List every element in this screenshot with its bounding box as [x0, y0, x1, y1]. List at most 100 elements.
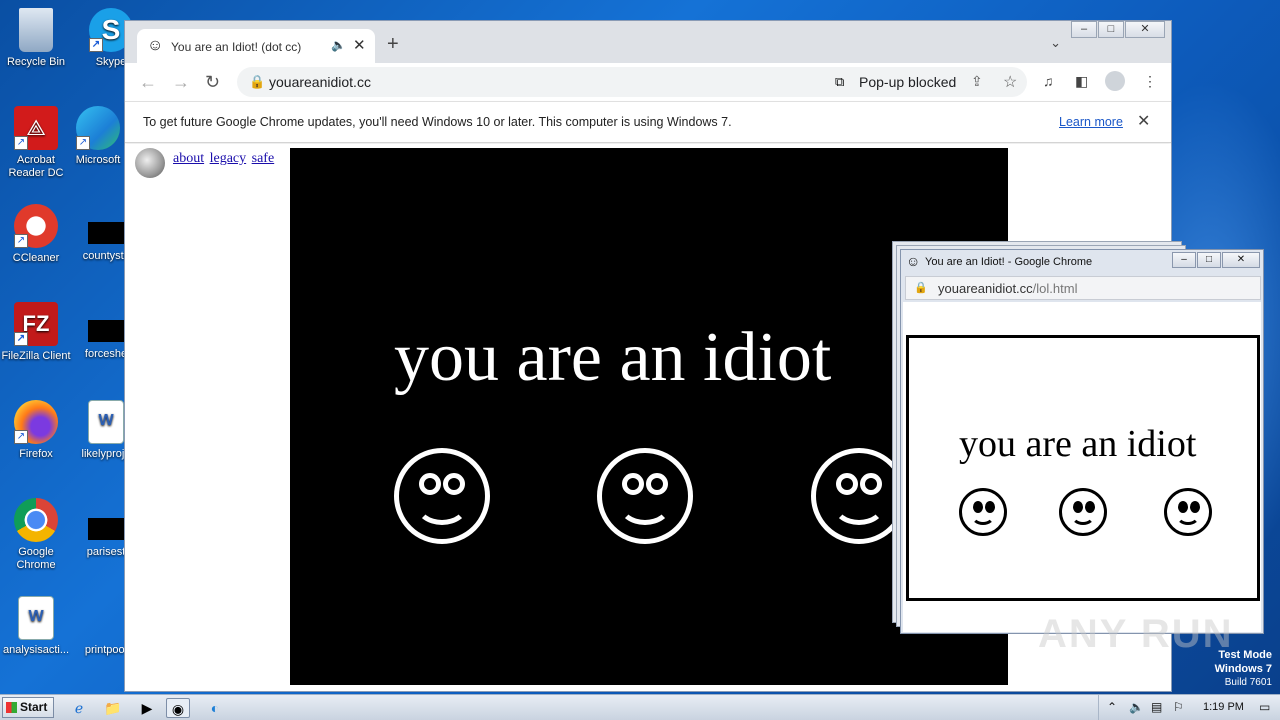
desktop-icon-recycle-bin[interactable]: Recycle Bin — [0, 8, 74, 69]
new-tab-button[interactable]: + — [387, 33, 399, 56]
shortcut-arrow-icon: ↗ — [14, 430, 28, 444]
watermark-line: Windows 7 — [1214, 663, 1272, 675]
browser-toolbar: ← → ↻ 🔒 youareanidiot.cc ⧉ Pop-up blocke… — [125, 63, 1171, 101]
desktop-icon-firefox[interactable]: ↗ Firefox — [0, 400, 74, 461]
tab-close-icon[interactable]: ✕ — [353, 36, 366, 54]
tab-title: You are an Idiot! (dot cc) — [171, 40, 302, 54]
popup-url-host: youareanidiot.cc — [938, 281, 1033, 296]
maximize-button[interactable]: □ — [1098, 21, 1124, 38]
shortcut-arrow-icon: ↗ — [14, 332, 28, 346]
media-control-icon[interactable]: ♫ — [1043, 73, 1054, 89]
media-player-icon[interactable]: ▶ — [136, 698, 158, 718]
smiley-favicon-icon: ☺ — [147, 37, 164, 54]
start-label: Start — [20, 700, 48, 714]
tray-expand-icon[interactable]: ⌃ — [1107, 700, 1117, 714]
word-document-icon: W — [18, 596, 54, 640]
smiley-favicon-icon: ☺ — [906, 253, 921, 269]
desktop-icon-ccleaner[interactable]: ↗ CCleaner — [0, 204, 74, 265]
chrome-taskbar-icon[interactable]: ◉ — [166, 698, 190, 718]
internet-explorer-icon[interactable]: ℯ — [68, 698, 90, 718]
profile-avatar-icon[interactable] — [1105, 71, 1125, 91]
lock-icon: 🔒 — [914, 282, 928, 294]
desktop-icon-label: FileZilla Client — [1, 350, 71, 362]
recycle-bin-icon — [19, 8, 53, 52]
window-controls: ‒ □ ✕ — [1070, 21, 1165, 39]
volume-icon[interactable]: 🔈 — [1129, 700, 1144, 714]
page-links: about legacy safe — [173, 151, 276, 167]
shortcut-arrow-icon: ↗ — [14, 136, 28, 150]
update-infobar: To get future Google Chrome updates, you… — [125, 101, 1171, 143]
desktop-icon-label: Recycle Bin — [6, 56, 66, 68]
windows-flag-icon — [6, 702, 17, 713]
show-desktop-icon[interactable]: ▭ — [1259, 700, 1270, 714]
address-url[interactable]: youareanidiot.cc — [269, 74, 371, 90]
edge-taskbar-icon[interactable]: ◐ — [204, 698, 226, 718]
desktop-icon-analysisacti[interactable]: W analysisacti... — [0, 596, 74, 657]
redacted-icon — [88, 320, 124, 342]
back-icon[interactable]: ← — [139, 72, 157, 93]
legacy-link[interactable]: legacy — [210, 151, 247, 166]
popup-minimize-button[interactable]: ‒ — [1172, 252, 1196, 268]
shortcut-arrow-icon: ↗ — [76, 136, 90, 150]
shortcut-arrow-icon: ↗ — [14, 234, 28, 248]
watermark-line: Build 7601 — [1224, 677, 1272, 688]
speaker-icon[interactable] — [135, 148, 165, 178]
filezilla-icon: FZ ↗ — [14, 302, 58, 346]
network-icon[interactable]: ▤ — [1151, 700, 1162, 714]
about-link[interactable]: about — [173, 151, 204, 166]
redacted-icon — [88, 518, 124, 540]
tab-audio-icon[interactable]: 🔈 — [331, 38, 346, 52]
desktop-icon-label: Google Chrome — [16, 546, 56, 571]
popup-address-bar[interactable]: 🔒 youareanidiot.cc/lol.html — [905, 276, 1261, 300]
popup-headline: you are an idiot — [959, 423, 1197, 465]
forward-icon[interactable]: → — [172, 72, 190, 93]
word-document-icon: W — [88, 400, 124, 444]
menu-kebab-icon[interactable]: ⋮ — [1143, 73, 1157, 90]
desktop-icon-label: Firefox — [19, 448, 53, 460]
desktop-icon-label: analysisacti... — [2, 644, 70, 656]
infobar-close-icon[interactable]: ✕ — [1137, 111, 1150, 131]
popup-close-button[interactable]: ✕ — [1222, 252, 1260, 268]
smiley-face-icon — [1059, 488, 1107, 536]
minimize-button[interactable]: ‒ — [1071, 21, 1097, 38]
smiley-face-icon — [1164, 488, 1212, 536]
lock-icon[interactable]: 🔒 — [249, 74, 265, 90]
smiley-face-icon — [597, 448, 693, 544]
anyrun-watermark-logo: ANY RUN — [1038, 612, 1234, 656]
file-explorer-icon[interactable]: 📁 — [102, 698, 124, 718]
bookmark-star-icon[interactable]: ☆ — [1003, 72, 1017, 92]
close-button[interactable]: ✕ — [1125, 21, 1165, 38]
taskbar: Start ℯ 📁 ▶ ◉ ◐ ⌃ 🔈 ▤ ⚐ 1:19 PM ▭ — [0, 694, 1280, 720]
popup-url: youareanidiot.cc/lol.html — [938, 281, 1077, 296]
safe-link[interactable]: safe — [252, 151, 275, 166]
smiley-face-icon — [394, 448, 490, 544]
popup-title: You are an Idiot! - Google Chrome — [925, 256, 1093, 268]
acrobat-icon: ⟁ ↗ — [14, 106, 58, 150]
popup-maximize-button[interactable]: □ — [1197, 252, 1221, 268]
share-icon[interactable]: ⇪ — [971, 73, 983, 90]
tab-youareanidiot[interactable]: ☺ You are an Idiot! (dot cc) 🔈 ✕ — [137, 29, 375, 63]
redacted-icon — [88, 222, 124, 244]
tab-search-chevron-icon[interactable]: ⌄ — [1050, 35, 1061, 51]
popup-blocked-label[interactable]: Pop-up blocked — [859, 74, 956, 90]
learn-more-link[interactable]: Learn more — [1059, 115, 1123, 129]
popup-content: you are an idiot — [903, 302, 1261, 632]
smiley-face-icon — [959, 488, 1007, 536]
address-bar[interactable]: 🔒 youareanidiot.cc ⧉ Pop-up blocked ⇪ ☆ — [237, 67, 1027, 97]
popup-idiot-frame: you are an idiot — [906, 335, 1260, 601]
side-panel-icon[interactable]: ◧ — [1075, 73, 1088, 90]
start-button[interactable]: Start — [2, 697, 54, 718]
popup-titlebar[interactable]: ☺ You are an Idiot! - Google Chrome ‒ □ … — [901, 250, 1263, 274]
tab-strip: ☺ You are an Idiot! (dot cc) 🔈 ✕ + ⌄ ‒ □… — [125, 21, 1171, 63]
popup-blocked-icon[interactable]: ⧉ — [835, 74, 844, 90]
firefox-icon: ↗ — [14, 400, 58, 444]
reload-icon[interactable]: ↻ — [205, 72, 220, 93]
test-mode-watermark: Test Mode Windows 7 Build 7601 — [1215, 648, 1272, 690]
popup-window-controls: ‒ □ ✕ — [1171, 252, 1260, 268]
desktop-icon-google-chrome[interactable]: Google Chrome — [0, 498, 74, 572]
action-center-flag-icon[interactable]: ⚐ — [1173, 700, 1184, 714]
desktop-icon-filezilla[interactable]: FZ ↗ FileZilla Client — [0, 302, 74, 363]
clock[interactable]: 1:19 PM — [1203, 701, 1244, 713]
desktop-icon-label: CCleaner — [12, 252, 60, 264]
watermark-line: Test Mode — [1218, 649, 1272, 661]
